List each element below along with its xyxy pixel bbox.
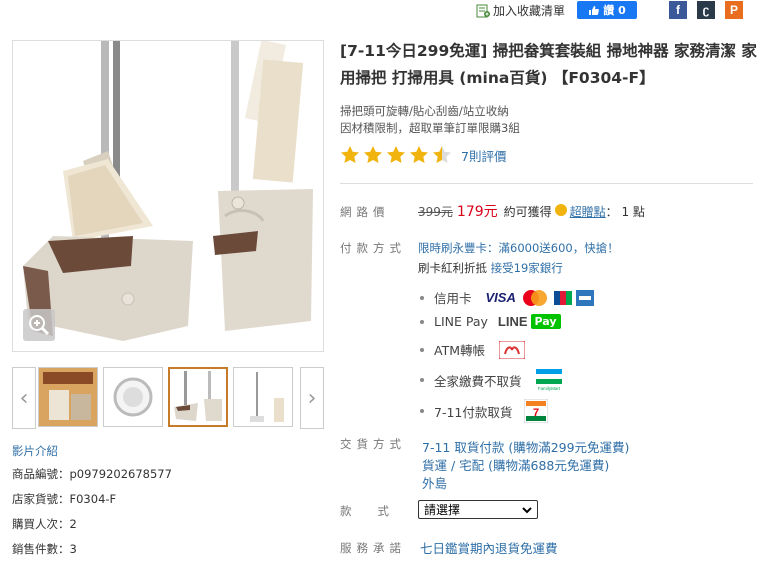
thumbnail-strip: ‹ › <box>12 367 324 429</box>
bullet <box>420 295 424 300</box>
earn-text: 約可獲得 <box>503 205 552 219</box>
bonus-suffix: ： 1 點 <box>605 205 645 219</box>
payment-method-label: 全家繳費不取貨 <box>434 373 522 389</box>
payment-method-seven-eleven: 7-11付款取貨 7 <box>420 399 549 423</box>
thumbnail-1[interactable] <box>38 367 98 427</box>
thumbnail-3-selected[interactable] <box>168 367 228 427</box>
familymart-logo-text: FamilyMart <box>537 386 560 391</box>
subtitle-line-1: 掃把頭可旋轉/貼心刮齒/站立收納 <box>340 104 509 118</box>
bullet <box>420 319 424 324</box>
payment-method-atm: ATM轉帳 <box>420 340 526 359</box>
bullet <box>420 409 424 413</box>
zoom-in-icon <box>29 315 50 336</box>
broom-dustpan-photo <box>23 41 313 341</box>
product-subtitle: 掃把頭可旋轉/貼心刮齒/站立收納 因材積限制，超取單筆訂單限購3組 <box>340 103 520 137</box>
service-label: 服務承諾 <box>340 541 406 555</box>
bonus-point-link[interactable]: 超贈點 <box>570 203 606 220</box>
bank-list-link[interactable]: 接受19家銀行 <box>491 261 563 275</box>
payment-method-label: 7-11付款取貨 <box>434 404 513 420</box>
facebook-like-button[interactable]: 讚 0 <box>577 1 637 19</box>
thumbnail-image <box>174 371 222 421</box>
star-icon <box>410 146 428 163</box>
video-link[interactable]: 影片介紹 <box>12 443 58 459</box>
payment-method-label: 信用卡 <box>434 291 472 306</box>
mastercard-icon <box>522 289 547 306</box>
shipping-label: 交貨方式 <box>340 437 406 451</box>
star-icon <box>364 146 382 163</box>
payment-method-line-pay: LINE Pay LINE Pay <box>420 314 561 329</box>
svg-text:7: 7 <box>533 407 539 419</box>
main-product-image[interactable] <box>12 40 324 352</box>
amex-icon <box>575 289 594 306</box>
thumbnail-4[interactable] <box>233 367 293 427</box>
bonus-redeem-prefix: 刷卡紅利折抵 <box>418 261 491 275</box>
chevron-left-icon: ‹ <box>19 385 29 411</box>
payment-method-familymart: 全家繳費不取貨 FamilyMart <box>420 369 562 391</box>
star-icon <box>387 146 405 163</box>
thumbs-up-icon <box>589 5 600 15</box>
rating-stars: 7則評價 <box>340 145 506 165</box>
bullet <box>420 378 424 382</box>
subtitle-line-2: 因材積限制，超取單筆訂單限購3組 <box>340 121 520 135</box>
line-pay-logo-text: LINE <box>497 314 528 329</box>
zoom-button[interactable] <box>23 309 55 341</box>
thumbnail-image <box>39 368 97 426</box>
atm-icon <box>499 340 526 359</box>
chevron-right-icon: › <box>307 385 317 411</box>
product-number: 商品編號：p0979202678577 <box>12 467 172 481</box>
familymart-icon: FamilyMart <box>535 369 562 391</box>
bullet <box>420 347 424 352</box>
review-count-link[interactable]: 7則評價 <box>461 146 506 165</box>
like-label: 讚 0 <box>603 4 626 17</box>
facebook-icon[interactable]: f <box>669 1 687 19</box>
payment-method-label: LINE Pay <box>434 314 488 329</box>
variant-label: 款式 <box>340 504 415 518</box>
payment-label: 付款方式 <box>340 241 406 255</box>
half-star-icon <box>433 146 451 163</box>
visa-icon: VISA <box>485 290 516 305</box>
sold-count: 銷售件數：3 <box>12 542 77 556</box>
thumbnail-image <box>250 372 284 422</box>
shipping-option-711: 7-11 取貨付款 (購物滿299元免運費) <box>422 440 630 455</box>
line-pay-badge: Pay <box>530 314 561 329</box>
shipping-option-delivery: 貨運 / 宅配 (購物滿688元免運費) <box>422 458 610 473</box>
shop-number: 店家貨號：F0304-F <box>12 492 117 506</box>
payment-method-credit-card: 信用卡 VISA <box>420 288 594 307</box>
buyer-count: 購買人次：2 <box>12 517 77 531</box>
original-price: 399元 <box>418 205 453 219</box>
coin-icon <box>554 204 567 216</box>
thumbnail-2[interactable] <box>103 367 163 427</box>
seven-eleven-icon: 7 <box>524 399 549 423</box>
variant-selected-value: 請選擇 <box>424 503 461 517</box>
shipping-option-island: 外島 <box>422 476 448 491</box>
add-favorite-link[interactable]: 加入收藏清單 <box>476 2 565 19</box>
variant-select[interactable]: 請選擇 <box>418 500 538 519</box>
add-favorite-icon <box>476 4 490 17</box>
share-icon[interactable]: ʗ <box>697 1 715 19</box>
star-icon <box>341 146 359 163</box>
thumbnail-prev-button[interactable]: ‹ <box>12 367 36 429</box>
top-bar: 加入收藏清單 讚 0 f ʗ P <box>0 0 781 20</box>
price-label: 網路價 <box>340 205 390 219</box>
price-row: 399元 179元 約可獲得 超贈點 ： 1 點 <box>418 201 645 221</box>
chevron-down-icon <box>522 506 532 513</box>
plurk-icon[interactable]: P <box>725 1 743 19</box>
divider <box>340 183 753 184</box>
service-text: 七日鑑賞期內退貨免運費 <box>420 541 558 556</box>
add-favorite-label: 加入收藏清單 <box>493 4 566 18</box>
product-title: [7-11今日299免運] 掃把畚箕套裝組 掃地神器 家務清潔 家用掃把 打掃用… <box>340 42 757 87</box>
bonus-redeem-text: 刷卡紅利折抵 接受19家銀行 <box>418 260 563 276</box>
payment-method-label: ATM轉帳 <box>434 343 486 358</box>
thumbnail-next-button[interactable]: › <box>300 367 324 429</box>
card-promo-link[interactable]: 限時刷永豐卡：滿6000送600，快搶！ <box>418 240 619 256</box>
thumbnail-image <box>113 377 153 417</box>
sale-price: 179元 <box>456 204 498 220</box>
jcb-icon <box>553 290 572 305</box>
